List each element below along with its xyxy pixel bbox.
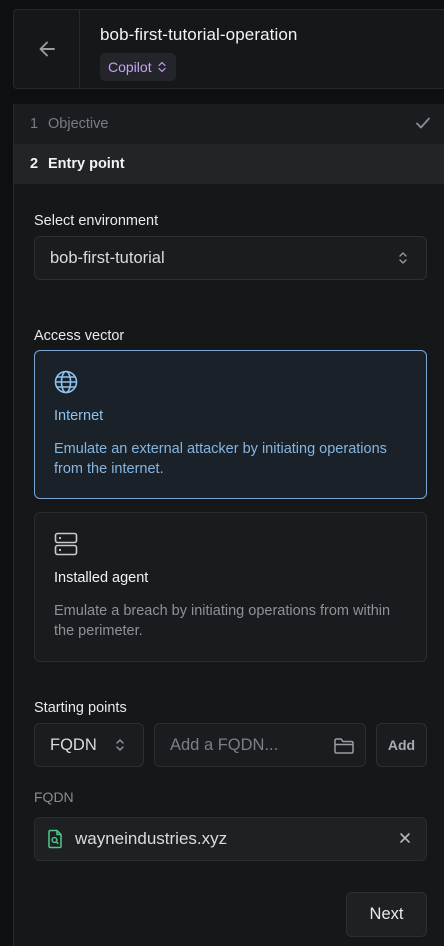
step-label: Objective [48,116,109,132]
folder-icon[interactable] [333,736,355,756]
option-description: Emulate a breach by initiating operation… [54,603,391,639]
server-icon [54,532,78,556]
environment-label: Select environment [34,213,159,229]
step-number: 2 [30,156,39,172]
access-option-internet[interactable]: Internet Emulate an external attacker by… [34,350,427,499]
access-vector-label: Access vector [34,328,125,344]
step-objective[interactable]: 1 Objective [14,104,444,144]
file-search-icon [48,829,62,849]
checkmark-icon [416,117,430,129]
option-description: Emulate an external attacker by initiati… [54,441,387,477]
operation-header: bob-first-tutorial-operation Copilot [13,9,444,89]
chevron-up-down-icon [116,739,124,751]
fqdn-input[interactable] [170,735,330,755]
arrow-left-icon [39,41,55,57]
close-icon[interactable] [398,831,412,845]
starting-points-label: Starting points [34,700,127,716]
environment-select[interactable]: bob-first-tutorial [34,236,427,280]
chevron-up-down-icon [157,61,166,73]
starting-point-chip: wayneindustries.xyz [34,817,427,861]
back-button[interactable] [14,10,80,88]
operation-title: bob-first-tutorial-operation [100,25,298,44]
copilot-badge-label: Copilot [108,59,152,75]
chevron-up-down-icon [399,252,407,264]
fqdn-list-label: FQDN [34,789,74,805]
starting-point-type-select[interactable]: FQDN [34,723,144,767]
next-button[interactable]: Next [346,892,427,937]
access-option-installed-agent[interactable]: Installed agent Emulate a breach by init… [34,512,427,662]
wizard-panel: 1 Objective 2 Entry point Select environ… [13,104,444,946]
add-starting-point-button[interactable]: Add [376,723,427,767]
step-label: Entry point [48,156,125,172]
globe-icon [54,370,78,394]
option-title: Installed agent [54,570,149,586]
copilot-badge[interactable]: Copilot [100,53,176,81]
starting-point-type-value: FQDN [50,735,97,754]
fqdn-input-wrapper [154,723,366,767]
starting-point-value: wayneindustries.xyz [75,829,228,848]
step-entry-point[interactable]: 2 Entry point [14,144,444,184]
environment-value: bob-first-tutorial [50,248,165,267]
step-number: 1 [30,116,39,132]
option-title: Internet [54,408,104,424]
